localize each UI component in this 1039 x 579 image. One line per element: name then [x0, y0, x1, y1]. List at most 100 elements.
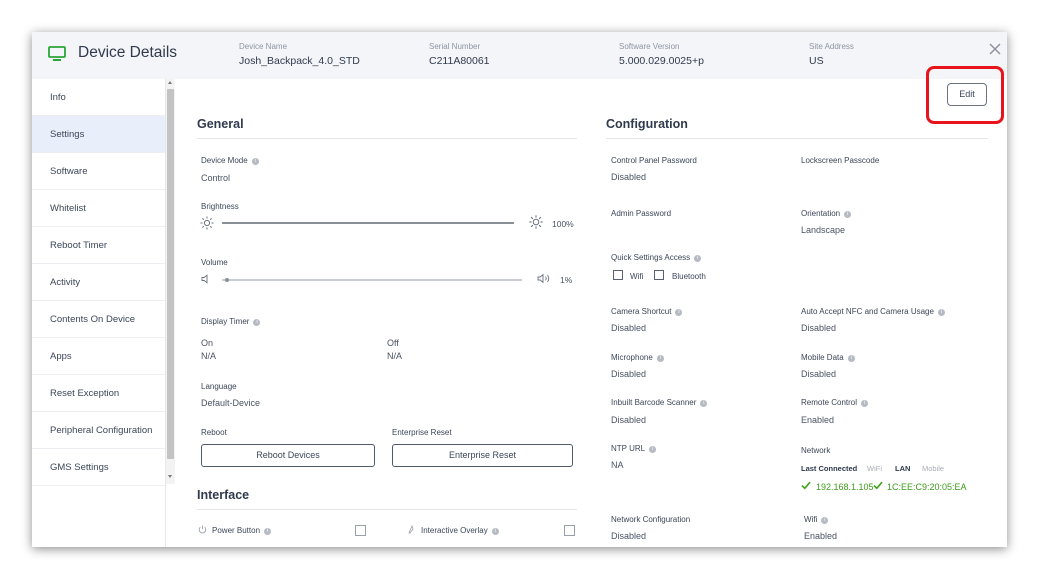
scrollbar-thumb[interactable]: [167, 89, 174, 459]
volume-thumb[interactable]: [225, 278, 229, 282]
ntp-url-value: NA: [611, 460, 624, 470]
language-value: Default-Device: [201, 398, 261, 408]
volume-track[interactable]: [222, 279, 522, 281]
serial-number-label: Serial Number: [429, 42, 481, 51]
power-button-checkbox[interactable]: [355, 525, 366, 536]
header-bar: Device Details Device Name Josh_Backpack…: [32, 32, 1007, 79]
info-icon[interactable]: i: [937, 309, 945, 316]
sidebar-item-reboot-timer[interactable]: Reboot Timer: [32, 227, 165, 264]
volume-label: Volume: [201, 258, 228, 267]
wifi-label: Wifi i: [804, 515, 829, 524]
device-name-value: Josh_Backpack_4.0_STD: [239, 55, 360, 67]
mobile-data-label: Mobile Data i: [801, 353, 855, 362]
brightness-slider[interactable]: [222, 218, 514, 228]
configuration-divider: [606, 138, 988, 139]
sidebar-item-reset-exception[interactable]: Reset Exception: [32, 375, 165, 412]
check-icon: [801, 481, 811, 490]
overlay-icon: [408, 525, 414, 534]
info-icon[interactable]: i: [700, 400, 708, 407]
sidebar-item-activity[interactable]: Activity: [32, 264, 165, 301]
sidebar-item-whitelist[interactable]: Whitelist: [32, 190, 165, 227]
inbuilt-barcode-scanner-value: Disabled: [611, 415, 647, 425]
brightness-label: Brightness: [201, 202, 239, 211]
device-name-field: Device Name Josh_Backpack_4.0_STD: [239, 42, 360, 67]
network-tab-mobile[interactable]: Mobile: [922, 464, 944, 473]
sidebar-item-gms-settings[interactable]: GMS Settings: [32, 449, 165, 486]
quick-settings-access-label: Quick Settings Access i: [611, 253, 702, 262]
network-tab-lan[interactable]: LAN: [895, 464, 910, 473]
info-icon[interactable]: i: [264, 528, 272, 535]
lockscreen-passcode-label: Lockscreen Passcode: [801, 156, 880, 165]
info-icon[interactable]: i: [251, 158, 259, 165]
display-timer-label: Display Timer i: [201, 317, 261, 326]
reboot-devices-button[interactable]: Reboot Devices: [201, 444, 375, 467]
close-icon[interactable]: [988, 42, 1002, 56]
network-ip-value: 192.168.1.105: [816, 482, 874, 492]
brightness-track[interactable]: [222, 222, 514, 224]
network-tab-wifi[interactable]: WiFi: [867, 464, 882, 473]
info-icon[interactable]: i: [694, 255, 702, 262]
scroll-down-arrow-icon[interactable]: [168, 475, 172, 478]
admin-password-label: Admin Password: [611, 209, 672, 218]
remote-control-value: Enabled: [801, 415, 835, 425]
sidebar-item-contents-on-device[interactable]: Contents On Device: [32, 301, 165, 338]
software-version-field: Software Version 5.000.029.0025+p: [619, 42, 704, 67]
interface-section-title: Interface: [197, 488, 250, 502]
enterprise-reset-button[interactable]: Enterprise Reset: [392, 444, 573, 467]
display-timer-off-value: N/A: [387, 351, 403, 361]
general-section-title: General: [197, 117, 244, 131]
network-label: Network: [801, 446, 831, 455]
interactive-overlay-label: Interactive Overlay i: [421, 526, 499, 535]
info-icon[interactable]: i: [656, 355, 664, 362]
device-name-label: Device Name: [239, 42, 288, 51]
info-icon[interactable]: i: [675, 309, 683, 316]
info-icon[interactable]: i: [253, 319, 261, 326]
sidebar-item-software[interactable]: Software: [32, 153, 165, 190]
network-configuration-label: Network Configuration: [611, 515, 691, 524]
edit-button[interactable]: Edit: [947, 83, 987, 106]
device-mode-label: Device Mode i: [201, 156, 259, 165]
reboot-label: Reboot: [201, 428, 227, 437]
info-icon[interactable]: i: [844, 211, 852, 218]
ntp-url-label: NTP URL i: [611, 444, 657, 453]
info-icon[interactable]: i: [649, 446, 657, 453]
auto-accept-nfc-value: Disabled: [801, 323, 837, 333]
site-address-value: US: [809, 55, 824, 67]
info-icon[interactable]: i: [847, 355, 855, 362]
page-title: Device Details: [78, 44, 178, 61]
inbuilt-barcode-scanner-label: Inbuilt Barcode Scanner i: [611, 398, 708, 407]
volume-value: 1%: [560, 275, 573, 285]
check-icon: [873, 481, 883, 490]
language-label: Language: [201, 382, 237, 391]
interface-divider: [197, 509, 577, 510]
wifi-quick-setting-checkbox[interactable]: [613, 270, 623, 280]
network-mac-value: 1C:EE:C9:20:05:EA: [887, 482, 967, 492]
general-divider: [197, 138, 577, 139]
info-icon[interactable]: i: [861, 400, 869, 407]
control-panel-password-value: Disabled: [611, 172, 647, 182]
configuration-section-title: Configuration: [606, 117, 688, 131]
volume-slider[interactable]: [222, 275, 522, 285]
microphone-label: Microphone i: [611, 353, 664, 362]
sidebar-item-settings[interactable]: Settings: [32, 116, 165, 153]
wifi-quick-setting-label: Wifi: [630, 272, 644, 281]
display-timer-on-value: N/A: [201, 351, 217, 361]
info-icon[interactable]: i: [491, 528, 499, 535]
network-configuration-value: Disabled: [611, 531, 647, 541]
sidebar-scrollbar[interactable]: [166, 79, 175, 484]
interactive-overlay-checkbox[interactable]: [564, 525, 575, 536]
camera-shortcut-value: Disabled: [611, 323, 647, 333]
site-address-field: Site Address US: [809, 42, 854, 67]
sidebar-item-apps[interactable]: Apps: [32, 338, 165, 375]
brightness-low-icon: [200, 216, 214, 230]
control-panel-password-label: Control Panel Password: [611, 156, 697, 165]
info-icon[interactable]: i: [821, 517, 829, 524]
serial-number-value: C211A80061: [429, 55, 490, 67]
sidebar-item-info[interactable]: Info: [32, 79, 165, 116]
monitor-icon: [48, 46, 66, 61]
scroll-up-arrow-icon[interactable]: [168, 81, 172, 84]
mobile-data-value: Disabled: [801, 369, 837, 379]
bluetooth-quick-setting-checkbox[interactable]: [654, 270, 664, 280]
sidebar-item-peripheral-configuration[interactable]: Peripheral Configuration: [32, 412, 165, 449]
wifi-value: Enabled: [804, 531, 838, 541]
